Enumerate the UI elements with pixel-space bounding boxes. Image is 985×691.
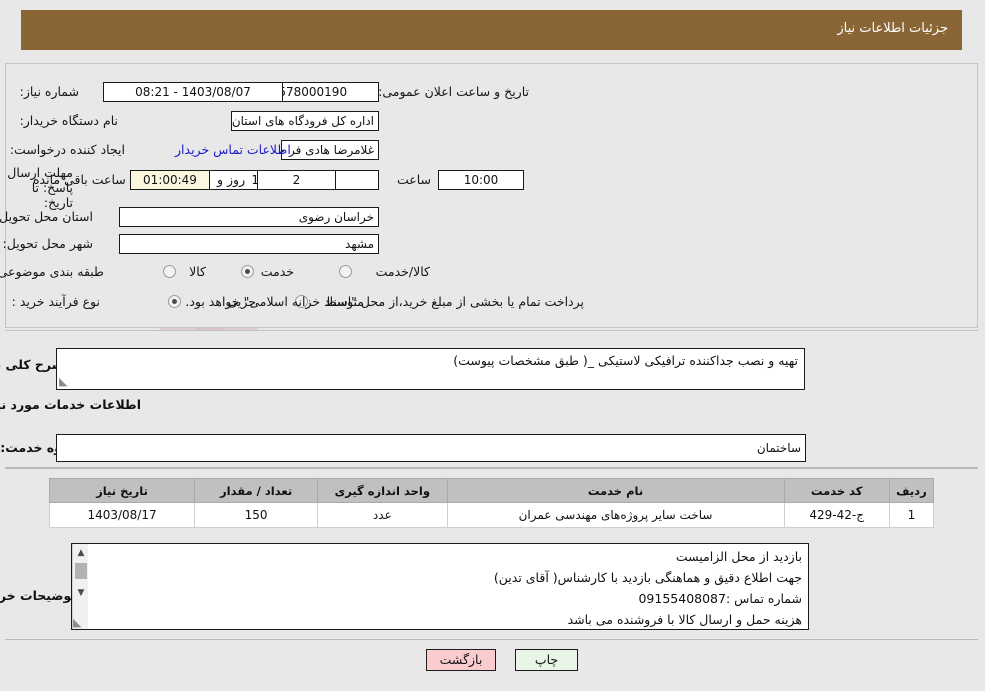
th-quantity: تعداد / مقدار [195,478,320,503]
buyer-notes-line-4: هزینه حمل و ارسال کالا با فروشنده می باش… [568,612,803,627]
service-group-value: ساختمان [57,434,807,462]
services-table: ردیف کد خدمت نام خدمت واحد اندازه گیری ت… [49,478,936,528]
radio-category-goods-label: کالا [190,264,207,279]
scroll-up-icon[interactable]: ▲ [74,546,90,561]
notes-resize-grip-icon[interactable]: ◢ [74,616,85,629]
announce-datetime-value: 1403/08/07 - 08:21 [104,82,284,102]
radio-category-service-label: خدمت [261,264,295,279]
delivery-province-label: استان محل تحویل: [0,209,94,224]
cell-row: 1 [889,502,936,528]
radio-category-goods[interactable] [164,265,177,278]
print-button[interactable]: چاپ [516,649,579,671]
delivery-city-label: شهر محل تحویل: [3,236,94,251]
scroll-down-icon[interactable]: ▼ [74,586,90,601]
deadline-time-value: 10:00 [439,170,525,190]
radio-process-minor[interactable] [169,295,182,308]
general-description-label: شرح کلی نیاز: [0,357,65,372]
delivery-city-value: مشهد [120,234,380,254]
th-date: تاریخ نیاز [49,478,197,503]
cell-quantity: 150 [195,502,320,528]
page-title: جزئیات اطلاعات نیاز [22,10,963,50]
general-description-value: تهیه و نصب جداکننده ترافیکی لاستیکی _( ط… [57,348,806,390]
buyer-notes-value: بازدید از محل الزامیست جهت اطلاع دقیق و … [72,543,810,630]
cell-unit: عدد [318,502,449,528]
th-unit: واحد اندازه گیری [318,478,449,503]
radio-category-goods-service[interactable] [340,265,353,278]
hour-label: ساعت [397,172,432,187]
remaining-hours-label: ساعت باقی مانده [34,172,127,187]
radio-category-goods-service-label: کالا/خدمت [376,264,431,279]
back-button[interactable]: بازگشت [427,649,497,671]
cell-code: ج-42-429 [784,502,891,528]
radio-category-service[interactable] [242,265,255,278]
buyer-notes-line-3: شماره تماس :09155408087 [639,591,803,606]
purchase-process-label: نوع فرآیند خرید : [12,294,101,309]
th-name: نام خدمت [447,478,786,503]
buyer-org-label: نام دستگاه خریدار: [20,113,119,128]
announce-datetime-label: تاریخ و ساعت اعلان عمومی: [379,84,530,99]
th-row: ردیف [889,478,936,503]
services-section-heading: اطلاعات خدمات مورد نیاز [0,397,142,412]
buyer-notes-label: توضیحات خریدار: [0,588,77,603]
countdown-timer: 01:00:49 [131,170,211,190]
buyer-notes-line-2: جهت اطلاع دقیق و هماهنگی بازدید با کارشن… [494,570,803,585]
resize-grip-icon[interactable]: ◢ [60,375,71,388]
request-creator-label: ایجاد کننده درخواست: [10,142,126,157]
table-header-row: ردیف کد خدمت نام خدمت واحد اندازه گیری ت… [49,478,936,503]
scrollbar-thumb[interactable] [76,563,88,579]
islamic-treasury-note: پرداخت تمام یا بخشی از مبلغ خرید،از محل … [186,294,585,309]
cell-name: ساخت سایر پروژه‌های مهندسی عمران [447,502,786,528]
need-number-label: شماره نیاز: [20,84,80,99]
buyer-contact-link[interactable]: اطلاعات تماس خریدار [176,142,292,157]
buyer-org-value: اداره کل فرودگاه های استان خراسان رضوی [232,111,380,131]
th-code: کد خدمت [784,478,891,503]
deadline-days-value: 2 [258,170,337,190]
cell-date: 1403/08/17 [49,502,197,528]
subject-category-label: طبقه بندی موضوعی: [0,264,105,279]
table-row: 1 ج-42-429 ساخت سایر پروژه‌های مهندسی عم… [49,502,936,528]
request-creator-value: غلامرضا هادی فر حسابدار اداره کل فرودگاه… [282,140,380,160]
days-and-label: روز و [218,172,247,187]
delivery-province-value: خراسان رضوی [120,207,380,227]
buyer-notes-line-1: بازدید از محل الزامیست [676,549,803,564]
need-info-panel [6,63,979,328]
